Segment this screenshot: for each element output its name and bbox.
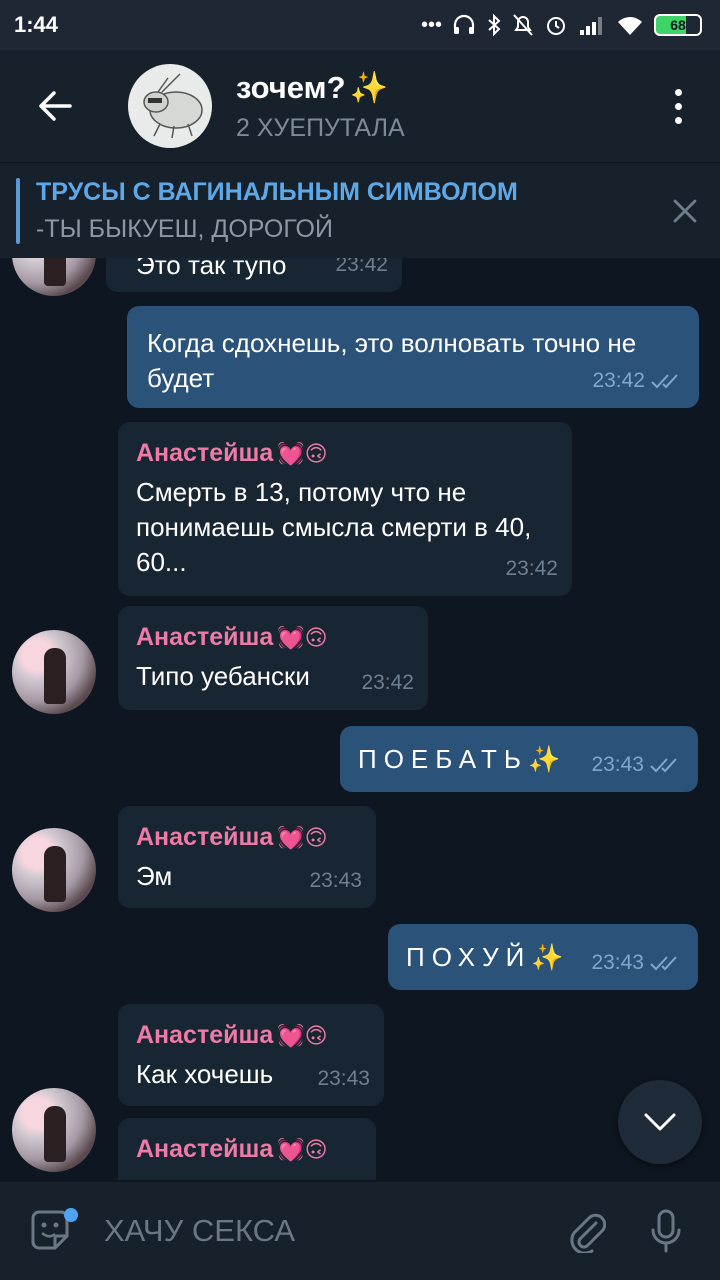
- pinned-body: -ТЫ БЫКУЕШ, ДОРОГОЙ: [36, 214, 333, 243]
- message-time: 23:43: [591, 753, 644, 776]
- microphone-icon: [651, 1209, 681, 1253]
- pinned-title: ТРУСЫ С ВАГИНАЛЬНЫМ СИМВОЛОМ: [36, 177, 518, 206]
- wifi-icon: [618, 17, 642, 35]
- sender-avatar[interactable]: [12, 630, 96, 714]
- double-check-icon: [651, 373, 678, 388]
- heart-face-emoji-icon: 💓🙃: [277, 1023, 328, 1048]
- status-icons: ••• 68: [421, 13, 702, 37]
- pinned-close-button[interactable]: [650, 163, 720, 259]
- message-time: 23:42: [505, 557, 558, 580]
- sender-name-text: Анастейша: [136, 1135, 274, 1163]
- message-input[interactable]: ХАЧУ СЕКСА: [100, 1213, 546, 1249]
- sticker-button[interactable]: [0, 1182, 100, 1280]
- close-icon: [673, 199, 697, 222]
- sender-avatar[interactable]: [12, 1088, 96, 1172]
- message-composer: ХАЧУ СЕКСА: [0, 1182, 720, 1280]
- message-bubble-outgoing[interactable]: ПОХУЙ✨ 23:43: [388, 924, 698, 990]
- message-time: 23:43: [317, 1067, 370, 1090]
- sender-name[interactable]: Анастейша 💓🙃: [136, 820, 358, 855]
- paperclip-icon: [570, 1213, 606, 1253]
- sender-name-text: Анастейша: [136, 439, 274, 467]
- headphones-icon: [453, 14, 475, 34]
- message-bubble-incoming[interactable]: Анастейша 💓🙃 Смерть в 13, потому что не п…: [118, 422, 572, 596]
- message-time-block: 23:42: [592, 363, 683, 398]
- message-bubble-incoming[interactable]: Анастейша 💓🙃: [118, 1118, 376, 1180]
- sender-name[interactable]: Анастейша 💓🙃: [136, 620, 410, 655]
- more-dots-icon: •••: [420, 13, 442, 36]
- alarm-icon: [547, 17, 565, 35]
- mute-bell-icon: [513, 14, 533, 36]
- sender-name[interactable]: Анастейша 💓🙃: [136, 1018, 366, 1053]
- heart-face-emoji-icon: 💓🙃: [277, 441, 328, 466]
- sender-avatar[interactable]: [12, 828, 96, 912]
- sender-name[interactable]: Анастейша 💓🙃: [136, 436, 554, 471]
- sparkles-icon: ✨: [349, 70, 389, 105]
- bluetooth-icon: [488, 13, 501, 37]
- battery-icon: 68: [654, 14, 702, 36]
- message-time: 23:42: [361, 671, 414, 694]
- message-bubble-outgoing[interactable]: Когда сдохнешь, это волновать точно не б…: [127, 306, 699, 408]
- double-check-icon: [650, 955, 677, 970]
- sender-avatar[interactable]: [12, 258, 96, 296]
- dot-icon: [674, 88, 682, 96]
- dot-icon: [674, 116, 682, 124]
- voice-message-button[interactable]: [626, 1182, 706, 1280]
- message-time: 23:43: [591, 951, 644, 974]
- chevron-down-icon: [644, 1113, 676, 1131]
- more-menu-button[interactable]: [648, 50, 708, 162]
- status-bar: 1:44 ••• 68: [0, 0, 720, 50]
- status-time: 1:44: [14, 12, 59, 37]
- pinned-indicator: [16, 177, 20, 244]
- message-bubble-incoming[interactable]: Анастейша 💓🙃 Эм 23:43: [118, 806, 376, 908]
- scroll-to-bottom-button[interactable]: [618, 1080, 702, 1164]
- message-time-block: 23:43: [591, 747, 682, 782]
- message-time: 23:42: [592, 369, 645, 392]
- message-bubble-incoming[interactable]: Анастейша 💓🙃 Как хочешь 23:43: [118, 1004, 384, 1106]
- message-bubble-incoming[interactable]: Анастейша 💓🙃 Типо уебански 23:42: [118, 606, 428, 710]
- sender-name-text: Анастейша: [136, 1021, 274, 1049]
- chat-title: зочем? ✨: [236, 69, 648, 106]
- bug-drawing-icon: [143, 73, 203, 139]
- chat-title-block[interactable]: зочем? ✨ 2 ХУЕПУТАЛА: [236, 69, 648, 143]
- double-check-icon: [650, 757, 677, 772]
- back-button[interactable]: [0, 50, 110, 162]
- battery-level: 68: [670, 17, 686, 33]
- attach-button[interactable]: [546, 1182, 626, 1280]
- chat-members-count: 2 ХУЕПУТАЛА: [236, 114, 405, 142]
- group-avatar[interactable]: [128, 64, 212, 148]
- message-time: 23:43: [309, 869, 362, 892]
- signal-icon: [580, 17, 602, 35]
- heart-face-emoji-icon: 💓🙃: [277, 625, 328, 650]
- sender-name-text: Анастейша: [136, 623, 274, 651]
- message-time: 23:42: [335, 258, 388, 276]
- message-time-block: 23:43: [591, 945, 682, 980]
- heart-face-emoji-icon: 💓🙃: [277, 825, 328, 850]
- pinned-text: ТРУСЫ С ВАГИНАЛЬНЫМ СИМВОЛОМ -ТЫ БЫКУЕШ,…: [36, 178, 650, 244]
- dot-icon: [674, 102, 682, 110]
- heart-face-emoji-icon: 💓🙃: [277, 1137, 328, 1162]
- message-text: Смерть в 13, потому что не понимаешь смы…: [136, 477, 532, 577]
- chat-title-text: зочем?: [236, 69, 346, 105]
- sender-name-text: Анастейша: [136, 823, 274, 851]
- arrow-left-icon: [39, 91, 72, 121]
- message-list[interactable]: Это так тупо 23:42 Когда сдохнешь, это в…: [0, 258, 720, 1180]
- pinned-message[interactable]: ТРУСЫ С ВАГИНАЛЬНЫМ СИМВОЛОМ -ТЫ БЫКУЕШ,…: [0, 162, 720, 258]
- new-stickers-dot: [64, 1208, 78, 1222]
- sender-name[interactable]: Анастейша 💓🙃: [136, 1132, 358, 1167]
- message-bubble-outgoing[interactable]: ПОЕБАТЬ✨ 23:43: [340, 726, 698, 792]
- message-bubble-incoming[interactable]: Это так тупо 23:42: [106, 258, 402, 292]
- chat-header: зочем? ✨ 2 ХУЕПУТАЛА: [0, 50, 720, 162]
